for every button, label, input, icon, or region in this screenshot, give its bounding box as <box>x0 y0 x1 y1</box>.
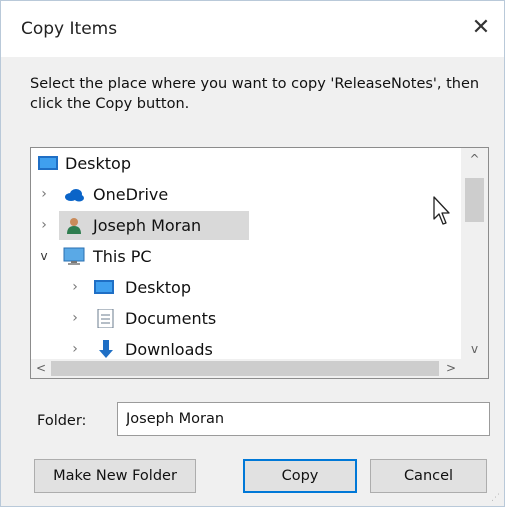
tree-item-label: Documents <box>125 309 217 328</box>
title-bar: Copy Items ✕ <box>1 1 504 57</box>
copy-items-dialog: Copy Items ✕ Select the place where you … <box>0 0 505 507</box>
scrollbar-corner <box>461 359 488 378</box>
computer-icon <box>63 247 85 265</box>
folder-tree[interactable]: Desktop › OneDrive › Joseph Moran v This… <box>30 147 489 379</box>
desktop-icon <box>94 280 114 294</box>
tree-item-label: Joseph Moran <box>93 216 202 235</box>
chevron-right-icon[interactable]: › <box>68 303 82 334</box>
tree-item-label: OneDrive <box>93 185 169 204</box>
chevron-right-icon[interactable]: › <box>37 179 51 210</box>
chevron-right-icon[interactable]: › <box>37 210 51 241</box>
tree-item-label: Desktop <box>125 278 191 297</box>
horizontal-scrollbar[interactable]: < > <box>31 359 461 378</box>
tree-item-label: Desktop <box>65 154 131 173</box>
onedrive-cloud-icon <box>65 189 84 202</box>
scroll-right-icon[interactable]: > <box>441 359 461 378</box>
user-folder-icon <box>67 218 81 234</box>
folder-label: Folder: <box>37 413 87 429</box>
desktop-icon <box>38 156 58 170</box>
mouse-pointer-icon <box>433 196 450 225</box>
vertical-scrollbar[interactable]: ^ v <box>461 148 488 360</box>
make-new-folder-button[interactable]: Make New Folder <box>34 459 196 493</box>
vertical-scroll-thumb[interactable] <box>465 178 484 222</box>
chevron-down-icon[interactable]: v <box>37 241 51 272</box>
copy-button[interactable]: Copy <box>243 459 357 493</box>
close-icon[interactable]: ✕ <box>466 13 496 43</box>
scroll-up-icon[interactable]: ^ <box>461 148 488 170</box>
cancel-button[interactable]: Cancel <box>370 459 487 493</box>
tree-item-label: This PC <box>93 247 152 266</box>
tree-item-joseph-moran[interactable]: › Joseph Moran <box>31 210 291 241</box>
horizontal-scroll-thumb[interactable] <box>51 361 439 376</box>
downloads-icon <box>99 340 113 358</box>
chevron-right-icon[interactable]: › <box>68 272 82 303</box>
resize-grip-icon[interactable]: ⋰ <box>491 493 501 503</box>
instruction-text: Select the place where you want to copy … <box>30 76 480 112</box>
folder-input[interactable] <box>117 402 490 436</box>
scroll-left-icon[interactable]: < <box>31 359 51 378</box>
dialog-title: Copy Items <box>21 19 118 39</box>
scroll-down-icon[interactable]: v <box>461 338 488 360</box>
documents-icon <box>97 309 114 328</box>
